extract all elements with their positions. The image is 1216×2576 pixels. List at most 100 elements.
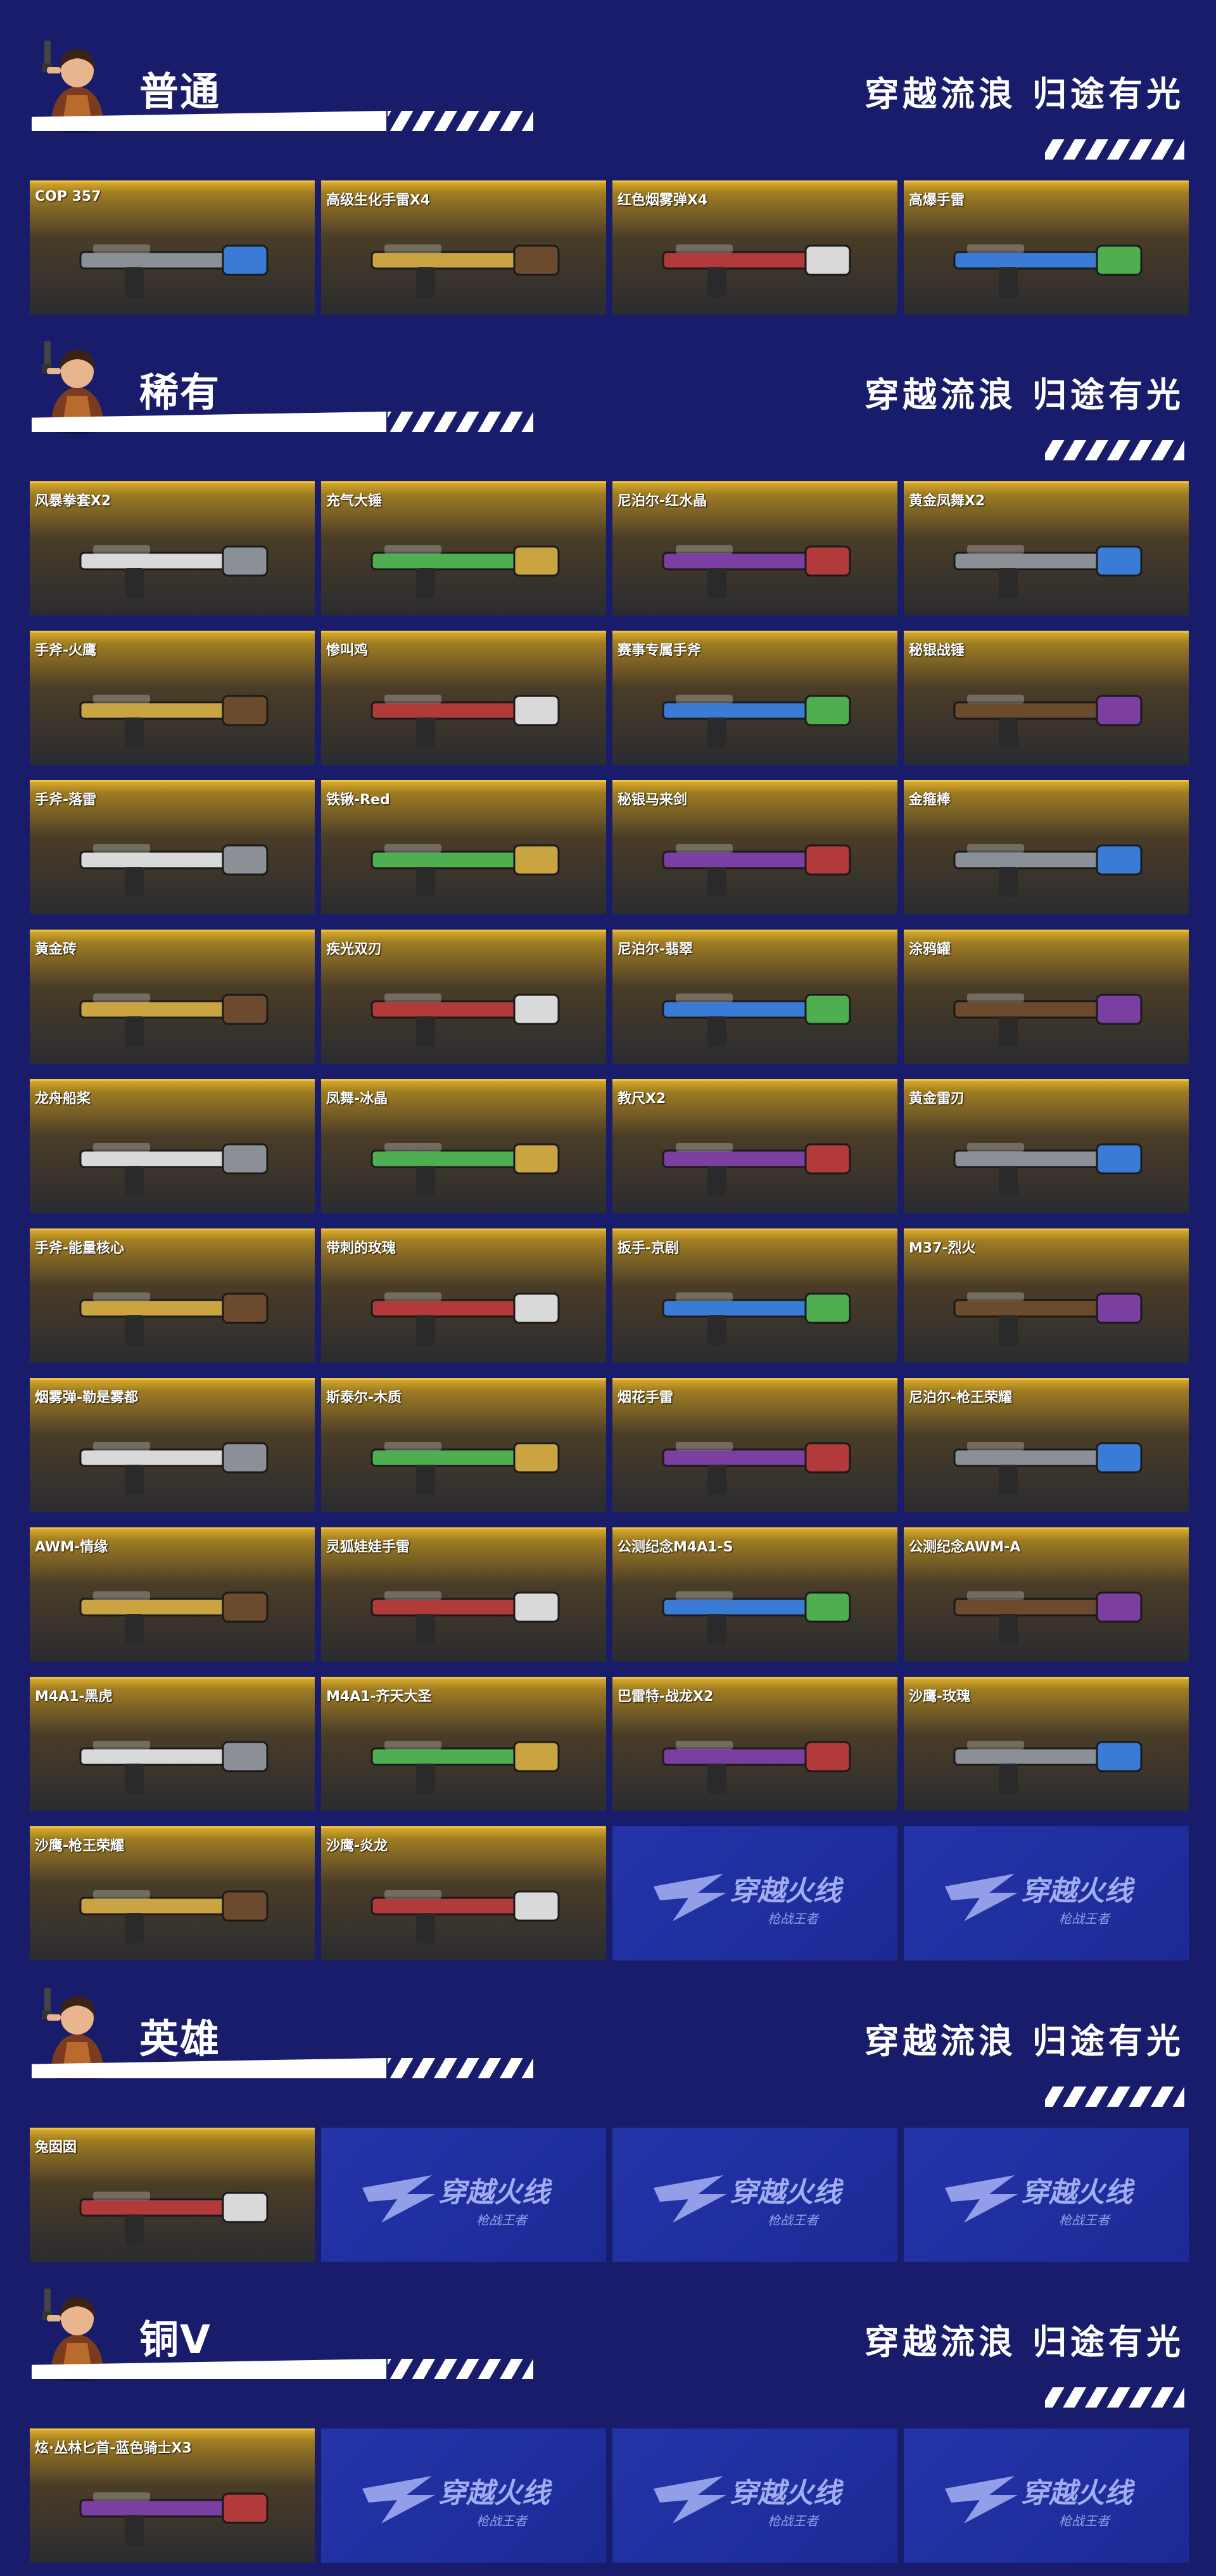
reward-item-name: 黄金雷刃 xyxy=(909,1091,965,1107)
reward-item-name: 龙舟船桨 xyxy=(35,1091,91,1107)
weapon-image-icon xyxy=(638,1555,872,1659)
weapon-image-icon xyxy=(55,1106,289,1211)
reward-item-name: 风暴拳套X2 xyxy=(35,493,111,509)
reward-item-card[interactable]: M37-烈火 xyxy=(904,1228,1189,1363)
reward-item-name: 红色烟雾弹X4 xyxy=(618,193,708,208)
reward-item-card[interactable]: 尼泊尔-枪王荣耀 xyxy=(904,1378,1189,1512)
reward-item-card[interactable]: 黄金砖 xyxy=(30,930,315,1064)
reward-item-card[interactable]: 惨叫鸡 xyxy=(321,631,606,765)
reward-item-name: 秘银战锤 xyxy=(909,643,965,659)
reward-item-card[interactable]: 涂鸦罐 xyxy=(904,930,1189,1064)
weapon-image-icon xyxy=(55,658,289,762)
promo-logo-text: 穿越火线 xyxy=(730,1875,844,1907)
weapon-image-icon xyxy=(346,658,581,762)
reward-item-card[interactable]: 秘银马来剑 xyxy=(612,780,897,914)
reward-item-name: 尼泊尔-红水晶 xyxy=(618,493,707,509)
weapon-image-icon xyxy=(929,208,1163,312)
weapon-image-icon xyxy=(638,1256,872,1360)
reward-item-card[interactable]: 沙鹰-玫瑰 xyxy=(904,1677,1189,1811)
reward-item-card[interactable]: 手斧-落雷 xyxy=(30,780,315,914)
game-logo-icon: 穿越火线 枪战王者 xyxy=(939,2162,1154,2232)
section-title: 英雄 xyxy=(139,2016,221,2062)
reward-item-card[interactable]: 高爆手雷 xyxy=(904,180,1189,315)
placeholder-logo-card: 穿越火线 枪战王者 xyxy=(904,2428,1189,2563)
reward-item-card[interactable]: 铁锹-Red xyxy=(321,780,606,914)
reward-item-card[interactable]: 疾光双刃 xyxy=(321,930,606,1064)
section-title: 铜V xyxy=(139,2316,212,2363)
weapon-image-icon xyxy=(929,1704,1163,1809)
reward-item-name: 沙鹰-炎龙 xyxy=(326,1838,388,1854)
reward-item-name: 尼泊尔-翡翠 xyxy=(618,942,694,957)
promo-logo-sub: 枪战王者 xyxy=(476,2513,528,2529)
promo-logo-sub: 枪战王者 xyxy=(768,1911,820,1926)
reward-item-card[interactable]: 黄金雷刃 xyxy=(904,1079,1189,1213)
reward-item-card[interactable]: 烟花手雷 xyxy=(612,1378,897,1512)
reward-item-name: 黄金砖 xyxy=(35,942,77,957)
weapon-image-icon xyxy=(346,1555,581,1659)
reward-item-card[interactable]: 烟雾弹-勒是雾都 xyxy=(30,1378,315,1512)
reward-item-card[interactable]: 凤舞-冰晶 xyxy=(321,1079,606,1213)
reward-item-card[interactable]: 教尺X2 xyxy=(612,1079,897,1213)
weapon-image-icon xyxy=(55,957,289,1061)
game-logo-icon: 穿越火线 枪战王者 xyxy=(647,2162,863,2232)
weapon-image-icon xyxy=(346,1256,581,1360)
reward-item-card[interactable]: 灵狐娃娃手雷 xyxy=(321,1527,606,1662)
reward-item-card[interactable]: 沙鹰-炎龙 xyxy=(321,1826,606,1960)
reward-item-card[interactable]: 扳手-京剧 xyxy=(612,1228,897,1363)
weapon-image-icon xyxy=(638,1106,872,1211)
reward-item-card[interactable]: 红色烟雾弹X4 xyxy=(612,180,897,315)
reward-item-name: 沙鹰-玫瑰 xyxy=(909,1689,971,1705)
reward-section: 稀有 穿越流浪 归途有光 风暴拳套X2 充气大锤 尼泊尔-红水晶 黄金凤舞X2 … xyxy=(0,332,1216,1960)
reward-item-card[interactable]: 手斧-火鹰 xyxy=(30,631,315,765)
slogan-stripes xyxy=(1045,2387,1184,2408)
reward-item-card[interactable]: M4A1-齐天大圣 xyxy=(321,1677,606,1811)
reward-item-card[interactable]: 兔囡囡 xyxy=(30,2128,315,2262)
reward-item-card[interactable]: 风暴拳套X2 xyxy=(30,481,315,616)
reward-item-card[interactable]: 斯泰尔-木质 xyxy=(321,1378,606,1512)
reward-item-card[interactable]: COP 357 xyxy=(30,180,315,315)
weapon-image-icon xyxy=(346,208,581,312)
reward-item-name: 烟雾弹-勒是雾都 xyxy=(35,1390,139,1406)
section-header: 铜V 穿越流浪 归途有光 xyxy=(0,2280,1216,2408)
reward-item-card[interactable]: 赛事专属手斧 xyxy=(612,631,897,765)
reward-item-card[interactable]: 高级生化手雷X4 xyxy=(321,180,606,315)
weapon-image-icon xyxy=(55,1853,289,1958)
reward-item-name: 手斧-能量核心 xyxy=(35,1241,125,1256)
reward-item-name: 秘银马来剑 xyxy=(618,792,688,808)
reward-item-card[interactable]: 沙鹰-枪王荣耀 xyxy=(30,1826,315,1960)
reward-item-card[interactable]: AWM-情缘 xyxy=(30,1527,315,1662)
weapon-image-icon xyxy=(638,957,872,1061)
title-stripes xyxy=(388,2058,533,2078)
weapon-image-icon xyxy=(929,1555,1163,1659)
reward-section: 英雄 穿越流浪 归途有光 兔囡囡 穿越火线 枪战王者 穿越火线 枪战王者 穿越火… xyxy=(0,1979,1216,2262)
weapon-image-icon xyxy=(346,807,581,912)
reward-item-card[interactable]: 公测纪念M4A1-S xyxy=(612,1527,897,1662)
reward-item-card[interactable]: 手斧-能量核心 xyxy=(30,1228,315,1363)
game-logo-icon: 穿越火线 枪战王者 xyxy=(939,2463,1154,2533)
reward-item-card[interactable]: 金箍棒 xyxy=(904,780,1189,914)
reward-item-name: 灵狐娃娃手雷 xyxy=(326,1539,410,1555)
reward-item-card[interactable]: 龙舟船桨 xyxy=(30,1079,315,1213)
reward-item-name: 充气大锤 xyxy=(326,493,383,509)
reward-item-card[interactable]: 尼泊尔-翡翠 xyxy=(612,930,897,1064)
reward-item-card[interactable]: 尼泊尔-红水晶 xyxy=(612,481,897,616)
weapon-image-icon xyxy=(929,807,1163,912)
reward-item-card[interactable]: 带刺的玫瑰 xyxy=(321,1228,606,1363)
promo-logo-sub: 枪战王者 xyxy=(1059,2213,1111,2228)
game-logo-icon: 穿越火线 枪战王者 xyxy=(647,2463,863,2533)
reward-item-card[interactable]: 炫·丛林匕首-蓝色骑士X3 xyxy=(30,2428,315,2563)
slogan-stripes xyxy=(1045,139,1184,160)
reward-item-name: 高级生化手雷X4 xyxy=(326,193,431,208)
weapon-image-icon xyxy=(55,208,289,312)
weapon-image-icon xyxy=(55,807,289,912)
weapon-image-icon xyxy=(638,208,872,312)
reward-item-card[interactable]: M4A1-黑虎 xyxy=(30,1677,315,1811)
reward-item-card[interactable]: 充气大锤 xyxy=(321,481,606,616)
reward-item-card[interactable]: 黄金凤舞X2 xyxy=(904,481,1189,616)
reward-item-card[interactable]: 公测纪念AWM-A xyxy=(904,1527,1189,1662)
reward-item-card[interactable]: 秘银战锤 xyxy=(904,631,1189,765)
slogan-stripes xyxy=(1045,2087,1184,2107)
promo-logo-sub: 枪战王者 xyxy=(768,2213,820,2228)
reward-item-card[interactable]: 巴雷特-战龙X2 xyxy=(612,1677,897,1811)
reward-item-name: M4A1-黑虎 xyxy=(35,1689,113,1705)
